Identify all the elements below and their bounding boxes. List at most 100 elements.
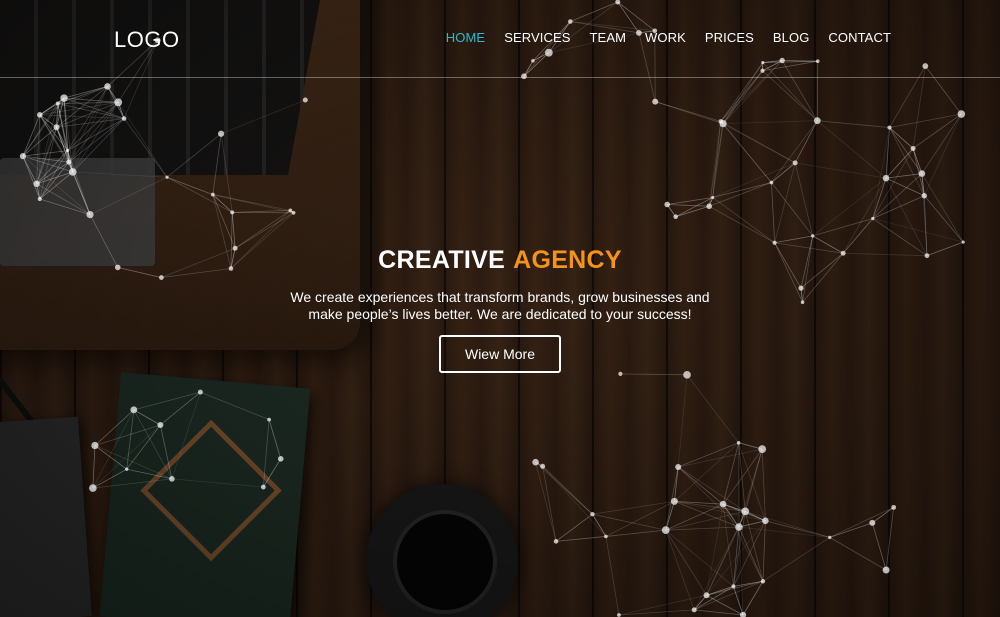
network-node	[197, 389, 203, 395]
network-link	[774, 235, 813, 244]
network-node	[590, 511, 595, 517]
network-node	[55, 101, 60, 106]
network-node	[736, 440, 741, 445]
network-link	[262, 419, 270, 488]
network-node	[675, 463, 682, 470]
hero-headline: CREATIVE AGENCY	[0, 246, 1000, 275]
nav-item-home[interactable]: HOME	[446, 30, 485, 45]
network-link	[742, 581, 764, 616]
network-link	[912, 148, 923, 174]
nav-item-work[interactable]: WORK	[645, 30, 686, 45]
network-node	[617, 613, 621, 617]
network-link	[620, 373, 688, 376]
network-link	[745, 511, 830, 538]
network-node	[210, 192, 215, 197]
network-link	[126, 409, 135, 470]
network-node	[813, 117, 821, 125]
network-link	[872, 195, 925, 219]
network-node	[811, 234, 815, 238]
network-node	[760, 579, 766, 584]
nav-item-prices[interactable]: PRICES	[705, 30, 754, 45]
network-link	[738, 526, 830, 538]
network-link	[592, 513, 666, 531]
network-link	[123, 118, 168, 178]
network-link	[722, 70, 763, 124]
network-node	[277, 456, 284, 462]
network-link	[555, 536, 606, 542]
network-link	[92, 445, 96, 489]
view-more-button[interactable]: Wiew More	[438, 335, 561, 373]
network-link	[56, 86, 108, 128]
network-link	[159, 424, 173, 479]
network-link	[92, 478, 172, 489]
network-node	[664, 201, 670, 208]
network-link	[72, 102, 119, 173]
nav-item-blog[interactable]: BLOG	[773, 30, 810, 45]
network-node	[267, 417, 271, 422]
network-link	[605, 536, 620, 616]
network-link	[771, 120, 818, 183]
network-node	[65, 149, 70, 153]
network-node	[260, 484, 266, 490]
network-node	[762, 517, 769, 525]
network-link	[795, 162, 887, 179]
network-link	[212, 133, 222, 195]
network-node	[19, 153, 27, 160]
nav-item-team[interactable]: TEAM	[590, 30, 627, 45]
network-link	[921, 173, 928, 256]
network-node	[711, 195, 715, 200]
network-node	[288, 208, 293, 213]
hero-content: CREATIVE AGENCY We create experiences tha…	[0, 246, 1000, 373]
network-link	[92, 424, 161, 489]
network-link	[762, 70, 818, 121]
network-link	[722, 448, 763, 505]
network-link	[89, 176, 168, 215]
logo[interactable]: LOGO	[114, 27, 180, 53]
network-node	[652, 98, 659, 105]
network-link	[872, 507, 894, 524]
network-node	[217, 130, 225, 137]
network-node	[661, 526, 670, 535]
network-link	[171, 478, 264, 488]
network-node	[169, 476, 175, 482]
nav-item-services[interactable]: SERVICES	[504, 30, 570, 45]
network-node	[125, 467, 129, 471]
network-node	[719, 500, 727, 508]
network-node	[691, 607, 697, 613]
network-link	[774, 162, 796, 243]
headline-main: CREATIVE	[378, 246, 506, 274]
network-link	[889, 127, 923, 174]
network-node	[703, 592, 710, 599]
network-node	[882, 566, 890, 574]
network-link	[921, 113, 962, 174]
network-link	[678, 442, 739, 468]
network-node	[532, 458, 539, 466]
network-node	[37, 196, 42, 202]
network-node	[758, 445, 767, 454]
network-link	[94, 409, 135, 446]
network-node	[36, 112, 43, 118]
network-link	[720, 121, 772, 183]
network-link	[812, 218, 873, 237]
network-link	[677, 374, 688, 467]
network-link	[889, 113, 962, 128]
network-node	[891, 504, 897, 510]
network-link	[885, 507, 895, 571]
network-link	[817, 120, 887, 179]
network-link	[712, 121, 722, 198]
network-link	[126, 424, 161, 470]
network-node	[718, 119, 723, 124]
network-link	[68, 118, 125, 163]
network-node	[91, 441, 99, 450]
network-link	[535, 461, 593, 515]
network-link	[829, 507, 894, 538]
network-link	[678, 448, 763, 468]
network-link	[744, 449, 763, 512]
network-link	[771, 162, 796, 183]
network-link	[771, 182, 776, 243]
network-link	[117, 102, 168, 178]
network-node	[792, 160, 798, 166]
nav-item-contact[interactable]: CONTACT	[828, 30, 891, 45]
network-link	[665, 529, 707, 596]
network-link	[39, 101, 119, 116]
